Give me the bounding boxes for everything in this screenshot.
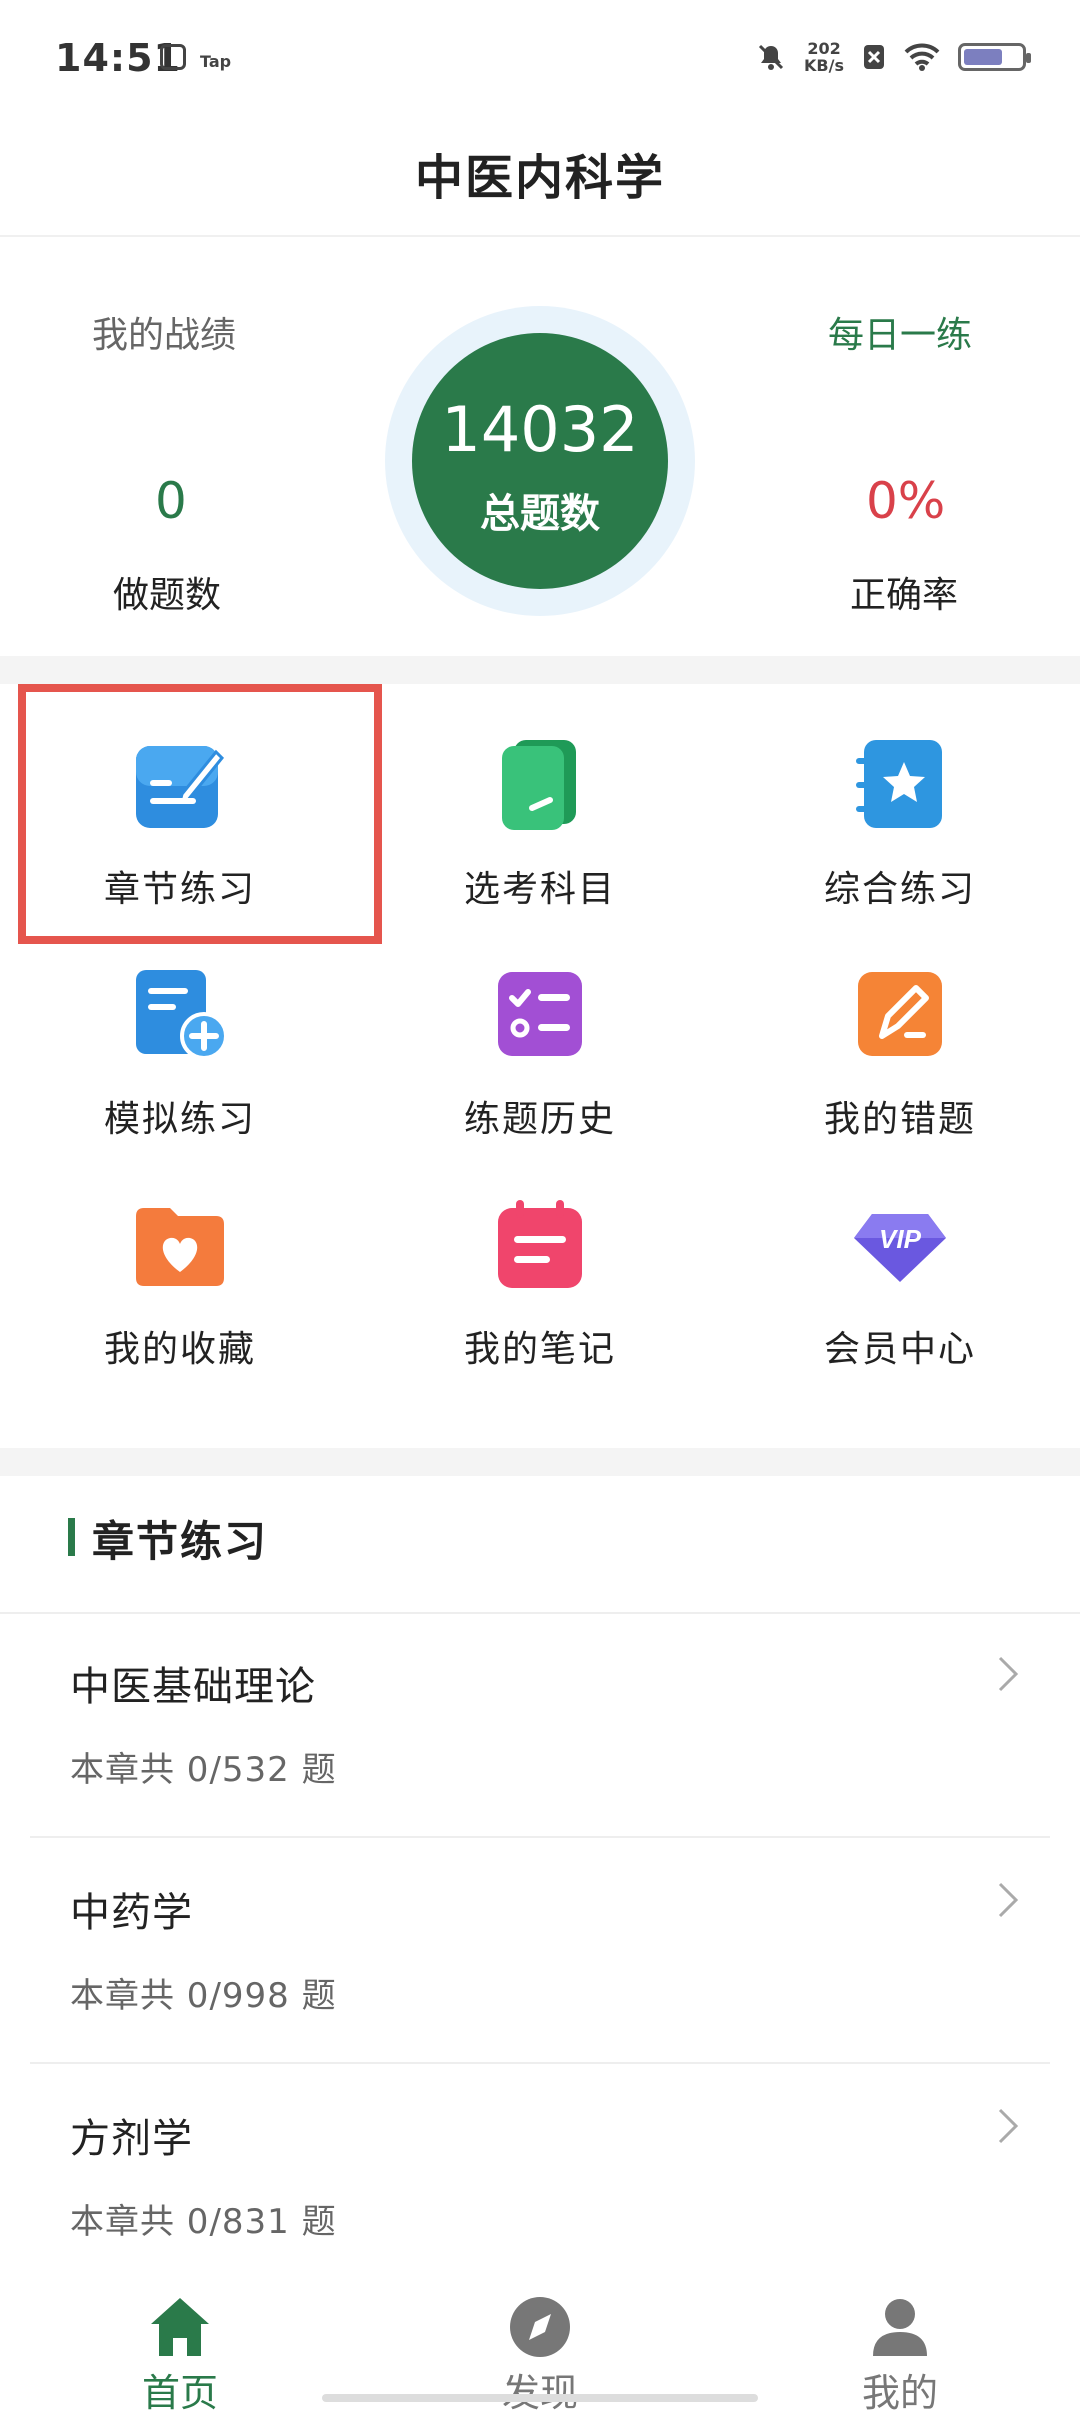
accuracy-value: 0% [866, 472, 946, 530]
app-header: 中医内科学 [0, 120, 1080, 237]
tap-notification-icon: Tap [200, 52, 232, 71]
menu-comprehensive-practice[interactable]: 综合练习 [720, 684, 1080, 910]
menu-label: 模拟练习 [103, 1099, 256, 1140]
nav-discover[interactable]: 发现 [360, 2270, 720, 2415]
chapter-item[interactable]: 中药学 本章共 0/998 题 [30, 1840, 1050, 2064]
wrong-questions-icon [858, 972, 942, 1056]
total-count: 14032 [441, 393, 639, 466]
home-icon [151, 2298, 209, 2356]
nav-home[interactable]: 首页 [0, 2270, 360, 2415]
my-record-label: 我的战绩 [92, 315, 237, 356]
nav-profile[interactable]: 我的 [720, 2270, 1080, 2415]
status-indicators: 202 KB/s [756, 40, 1031, 74]
page-title: 中医内科学 [414, 150, 665, 206]
no-sim-icon [864, 45, 884, 69]
discover-icon [510, 2297, 570, 2357]
favorites-icon [136, 1208, 224, 1286]
menu-label: 我的笔记 [463, 1329, 616, 1370]
chevron-right-icon [998, 1882, 1019, 1918]
menu-mock-practice[interactable]: 模拟练习 [0, 914, 360, 1140]
practice-history-icon [498, 972, 582, 1056]
stats-panel: 我的战绩 每日一练 0 做题数 14032 总题数 0% 正确率 [0, 236, 1080, 656]
section-title: 章节练习 [92, 1517, 269, 1566]
menu-label: 练题历史 [463, 1099, 616, 1140]
vip-badge-text: VIP [879, 1224, 922, 1254]
total-caption: 总题数 [480, 491, 600, 537]
network-speed-unit: KB/s [804, 56, 844, 75]
menu-label: 我的错题 [823, 1099, 976, 1140]
menu-wrong-questions[interactable]: 我的错题 [720, 914, 1080, 1140]
battery-icon [958, 43, 1031, 71]
notification-app-icon [160, 44, 186, 70]
mock-practice-icon [136, 970, 228, 1060]
chevron-right-icon [998, 1656, 1019, 1692]
home-indicator[interactable] [322, 2394, 758, 2402]
menu-label: 我的收藏 [103, 1329, 256, 1370]
menu-notes[interactable]: 我的笔记 [360, 1144, 720, 1370]
chapter-separator [30, 2062, 1050, 2064]
wifi-icon [904, 43, 940, 71]
accuracy-caption: 正确率 [850, 575, 959, 616]
menu-label: 综合练习 [823, 869, 976, 910]
menu-favorites[interactable]: 我的收藏 [0, 1144, 360, 1370]
vip-icon: VIP [854, 1214, 946, 1282]
chapter-name: 中药学 [70, 1890, 193, 1936]
done-caption: 做题数 [113, 575, 222, 616]
mute-icon [758, 44, 784, 70]
total-questions-circle[interactable]: 14032 总题数 [412, 333, 668, 589]
highlight-box [18, 684, 382, 944]
nav-label: 我的 [861, 2371, 938, 2415]
status-bar: 14:51 Tap 202 KB/s [0, 0, 1080, 120]
menu-practice-history[interactable]: 练题历史 [360, 914, 720, 1140]
notes-icon [498, 1200, 582, 1288]
elective-subject-icon [502, 740, 576, 830]
chevron-right-icon [998, 2108, 1019, 2144]
network-speed-value: 202 [807, 39, 841, 58]
chapter-name: 中医基础理论 [70, 1664, 316, 1710]
bottom-navigation: 首页 发现 我的 [0, 2270, 1080, 2415]
chapter-separator [30, 1836, 1050, 1838]
daily-practice-link[interactable]: 每日一练 [828, 306, 972, 358]
chapter-item[interactable]: 方剂学 本章共 0/831 题 [30, 2066, 1050, 2290]
chapter-count: 本章共 0/532 题 [70, 1750, 337, 1790]
done-count: 0 [155, 472, 187, 530]
section-divider-band [0, 656, 1080, 684]
nav-label: 发现 [501, 2371, 578, 2415]
comprehensive-practice-icon [856, 740, 942, 828]
section-accent-bar [68, 1518, 75, 1556]
menu-vip-center[interactable]: VIP 会员中心 [720, 1144, 1080, 1370]
chapter-count: 本章共 0/998 题 [70, 1976, 337, 2016]
chapter-count: 本章共 0/831 题 [70, 2202, 337, 2242]
menu-label: 会员中心 [823, 1329, 976, 1370]
network-speed: 202 KB/s [804, 40, 844, 74]
menu-label: 选考科目 [463, 869, 616, 910]
menu-elective-subject[interactable]: 选考科目 [360, 684, 720, 910]
chapter-item[interactable]: 中医基础理论 本章共 0/532 题 [30, 1614, 1050, 1838]
profile-icon [873, 2299, 927, 2356]
chapter-name: 方剂学 [70, 2116, 193, 2162]
section-divider-band-2 [0, 1448, 1080, 1476]
nav-label: 首页 [141, 2371, 218, 2415]
